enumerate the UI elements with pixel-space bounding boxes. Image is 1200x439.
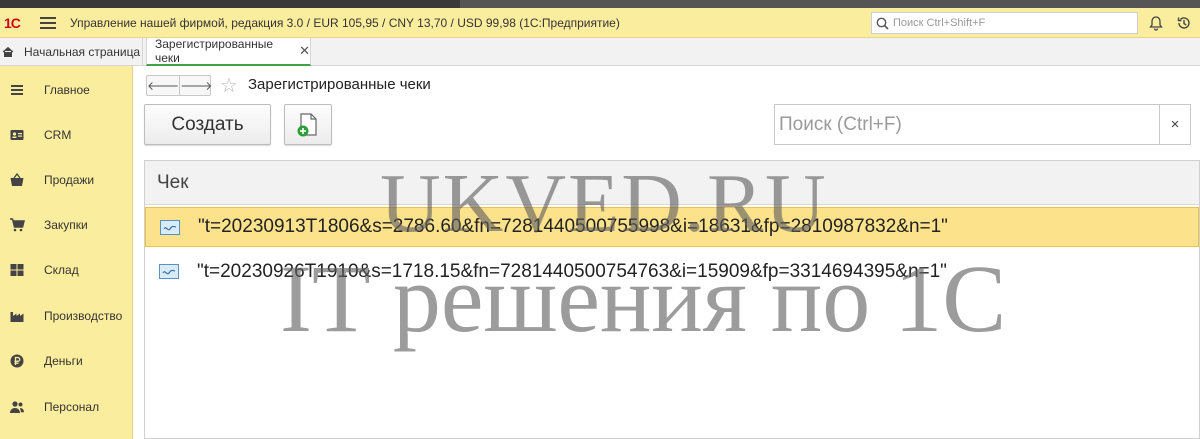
- form-content: 🡐 🡒 ☆ Зарегистрированные чеки Создать × …: [134, 66, 1200, 439]
- factory-icon: [10, 312, 24, 322]
- cart-icon: [10, 218, 25, 232]
- forward-arrow-icon[interactable]: 🡒: [180, 76, 212, 95]
- column-header-receipt[interactable]: Чек: [145, 161, 1199, 205]
- sidebar-item-label: CRM: [44, 128, 72, 142]
- global-search-placeholder: Поиск Ctrl+Shift+F: [893, 17, 986, 29]
- sidebar-item-label: Главное: [44, 83, 90, 97]
- people-icon: [10, 401, 24, 413]
- search-icon: [876, 17, 889, 30]
- sidebar-item-label: Склад: [44, 263, 79, 277]
- table-row[interactable]: "t=20230913T1806&s=2786.60&fn=7281440500…: [145, 207, 1199, 247]
- sidebar-item-label: Производство: [44, 309, 123, 323]
- clear-search-icon[interactable]: ×: [1160, 104, 1191, 145]
- tab-home[interactable]: Начальная страница: [0, 38, 143, 65]
- add-from-file-button[interactable]: [284, 104, 332, 145]
- search-field[interactable]: [774, 104, 1160, 145]
- receipt-text: "t=20230913T1806&s=2786.60&fn=7281440500…: [198, 216, 948, 237]
- history-nav: 🡐 🡒: [146, 75, 212, 96]
- page-title: Зарегистрированные чеки: [248, 76, 431, 93]
- sidebar-item-personnel[interactable]: Персонал: [0, 392, 133, 422]
- app-logo: 1С: [4, 14, 21, 31]
- sidebar-item-label: Персонал: [44, 400, 100, 414]
- title-bar: 1С Управление нашей фирмой, редакция 3.0…: [0, 8, 1200, 38]
- window-top-strip: [0, 0, 1200, 8]
- top-strip-accent: [0, 0, 460, 8]
- add-document-icon: [297, 112, 317, 136]
- close-tab-icon[interactable]: ✕: [299, 43, 310, 59]
- contact-card-icon: [10, 130, 24, 140]
- favorite-star-icon[interactable]: ☆: [220, 73, 238, 98]
- search-input[interactable]: [779, 113, 1149, 136]
- receipt-row-icon: [160, 220, 180, 235]
- back-arrow-icon[interactable]: 🡐: [147, 76, 181, 95]
- create-button[interactable]: Создать: [144, 104, 271, 145]
- tab-home-label: Начальная страница: [24, 44, 141, 59]
- sidebar-item-purchases[interactable]: Закупки: [0, 210, 133, 240]
- home-icon: [2, 46, 14, 57]
- sidebar-item-main[interactable]: Главное: [0, 75, 133, 105]
- sidebar-item-money[interactable]: Деньги: [0, 346, 133, 376]
- tabs-bar: Начальная страница Зарегистрированные че…: [0, 37, 1200, 66]
- menu-lines-icon: [11, 85, 23, 95]
- app-title: Управление нашей фирмой, редакция 3.0 / …: [70, 15, 620, 30]
- global-search-input[interactable]: Поиск Ctrl+Shift+F: [871, 12, 1138, 34]
- sidebar-item-crm[interactable]: CRM: [0, 120, 133, 150]
- tab-registered-receipts[interactable]: Зарегистрированные чеки ✕: [146, 37, 311, 66]
- receipts-table: Чек "t=20230913T1806&s=2786.60&fn=728144…: [144, 160, 1200, 439]
- sidebar-item-production[interactable]: Производство: [0, 301, 133, 331]
- sidebar-item-label: Продажи: [44, 173, 95, 187]
- table-row[interactable]: "t=20230926T1910&s=1718.15&fn=7281440500…: [145, 252, 1199, 292]
- bell-icon[interactable]: [1148, 15, 1164, 31]
- basket-icon: [10, 172, 24, 186]
- sidebar: Главное CRM Продажи Закупки Склад Произв…: [0, 66, 133, 439]
- sidebar-item-sales[interactable]: Продажи: [0, 165, 133, 195]
- sidebar-item-warehouse[interactable]: Склад: [0, 255, 133, 285]
- warehouse-grid-icon: [10, 264, 24, 276]
- receipt-row-icon: [159, 264, 179, 279]
- tab-active-label: Зарегистрированные чеки: [155, 37, 274, 65]
- ruble-coin-icon: [10, 354, 24, 368]
- sidebar-item-label: Деньги: [44, 354, 83, 368]
- history-icon[interactable]: [1176, 15, 1192, 31]
- sidebar-item-label: Закупки: [44, 218, 88, 232]
- receipt-text: "t=20230926T1910&s=1718.15&fn=7281440500…: [197, 261, 947, 282]
- main-menu-icon[interactable]: [40, 16, 56, 29]
